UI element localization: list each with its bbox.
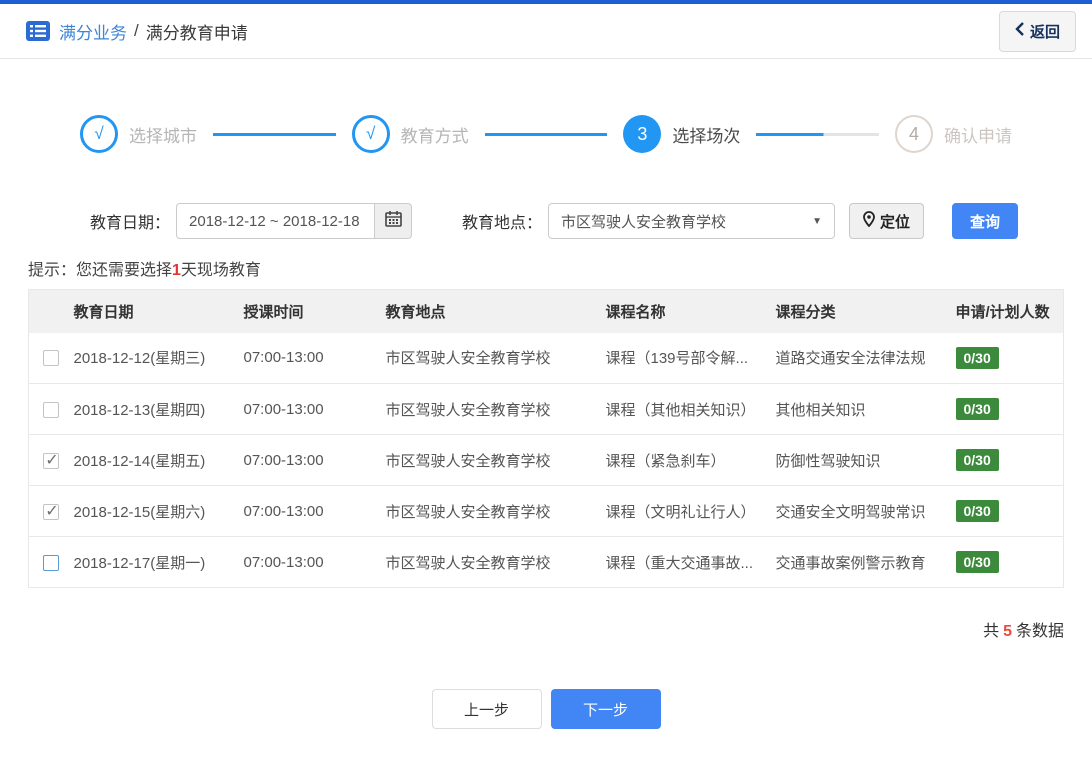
table-header-row: 教育日期 授课时间 教育地点 课程名称 课程分类 申请/计划人数 bbox=[28, 289, 1064, 333]
step-select-session: 3 选择场次 bbox=[623, 115, 740, 153]
filter-bar: 教育日期： 教育地点： 市区驾驶人安全教育学校 ▼ bbox=[90, 203, 1092, 239]
row-checkbox[interactable] bbox=[43, 501, 60, 521]
cell-category: 交通安全文明驾驶常识 bbox=[775, 485, 956, 537]
step-connector bbox=[484, 132, 608, 136]
cell-time: 07:00-13:00 bbox=[243, 536, 386, 588]
cell-course: 课程（139号部令解... bbox=[605, 332, 776, 384]
calendar-icon bbox=[384, 210, 402, 232]
date-range-group bbox=[176, 203, 413, 239]
quota-badge: 0/30 bbox=[955, 551, 999, 573]
step-3-label: 选择场次 bbox=[672, 126, 741, 146]
location-pin-icon bbox=[863, 211, 875, 231]
list-icon bbox=[26, 21, 50, 41]
quota-badge: 0/30 bbox=[955, 398, 999, 420]
locate-button-label: 定位 bbox=[880, 213, 911, 231]
cell-course: 课程（重大交通事故... bbox=[605, 536, 776, 588]
search-button[interactable]: 查询 bbox=[952, 203, 1019, 239]
wizard-footer: 上一步 下一步 bbox=[0, 689, 1092, 729]
cell-category: 其他相关知识 bbox=[775, 383, 956, 435]
cell-location: 市区驾驶人安全教育学校 bbox=[385, 434, 606, 486]
cell-date: 2018-12-14(星期五) bbox=[73, 434, 244, 486]
step-wizard: √ 选择城市 √ 教育方式 3 选择场次 4 确认申请 bbox=[80, 115, 1012, 153]
cell-location: 市区驾驶人安全教育学校 bbox=[385, 383, 606, 435]
step-education-mode: √ 教育方式 bbox=[351, 115, 469, 153]
col-header-quota: 申请/计划人数 bbox=[955, 289, 1064, 333]
date-range-input[interactable] bbox=[176, 203, 375, 239]
col-header-course: 课程名称 bbox=[605, 289, 776, 333]
calendar-button[interactable] bbox=[374, 203, 413, 239]
step-4-label: 确认申请 bbox=[944, 126, 1013, 146]
cell-date: 2018-12-12(星期三) bbox=[73, 332, 244, 384]
location-select-value: 市区驾驶人安全教育学校 bbox=[561, 213, 727, 231]
table-row: 2018-12-13(星期四) 07:00-13:00 市区驾驶人安全教育学校 … bbox=[28, 383, 1064, 435]
cell-category: 交通事故案例警示教育 bbox=[775, 536, 956, 588]
cell-category: 道路交通安全法律法规 bbox=[775, 332, 956, 384]
table-row: 2018-12-15(星期六) 07:00-13:00 市区驾驶人安全教育学校 … bbox=[28, 485, 1064, 537]
table-row: 2018-12-17(星期一) 07:00-13:00 市区驾驶人安全教育学校 … bbox=[28, 536, 1064, 588]
cell-course: 课程（其他相关知识） bbox=[605, 383, 776, 435]
step-4-circle: 4 bbox=[895, 115, 934, 153]
col-header-date: 教育日期 bbox=[73, 289, 244, 333]
hint-text: 提示：您还需要选择1天现场教育 bbox=[28, 256, 1064, 280]
sessions-table: 教育日期 授课时间 教育地点 课程名称 课程分类 申请/计划人数 2018-12… bbox=[28, 289, 1064, 588]
row-checkbox[interactable] bbox=[43, 401, 60, 418]
table-row: 2018-12-14(星期五) 07:00-13:00 市区驾驶人安全教育学校 … bbox=[28, 434, 1064, 486]
page-header: 满分业务 / 满分教育申请 返回 bbox=[0, 0, 1092, 59]
summary-prefix: 共 bbox=[983, 623, 1000, 640]
step-3-circle: 3 bbox=[623, 115, 662, 153]
col-header-category: 课程分类 bbox=[775, 289, 956, 333]
locate-button[interactable]: 定位 bbox=[849, 203, 925, 239]
col-header-time: 授课时间 bbox=[243, 289, 386, 333]
breadcrumb: 满分业务 / 满分教育申请 bbox=[26, 19, 248, 44]
row-checkbox[interactable] bbox=[43, 350, 60, 367]
cell-category: 防御性驾驶知识 bbox=[775, 434, 956, 486]
cell-date: 2018-12-17(星期一) bbox=[73, 536, 244, 588]
quota-badge: 0/30 bbox=[955, 346, 999, 369]
quota-badge: 0/30 bbox=[955, 500, 999, 522]
chevron-down-icon: ▼ bbox=[812, 215, 823, 227]
cell-time: 07:00-13:00 bbox=[243, 332, 386, 384]
summary-count: 5 bbox=[1003, 623, 1012, 640]
table-row: 2018-12-12(星期三) 07:00-13:00 市区驾驶人安全教育学校 … bbox=[28, 332, 1064, 384]
header-checkbox-cell bbox=[28, 289, 74, 333]
next-step-button[interactable]: 下一步 bbox=[550, 689, 661, 729]
location-label: 教育地点： bbox=[462, 215, 543, 232]
cell-location: 市区驾驶人安全教育学校 bbox=[385, 485, 606, 537]
step-2-circle: √ bbox=[351, 115, 390, 153]
hint-prefix: 提示：您还需要选择 bbox=[28, 262, 173, 279]
previous-step-button[interactable]: 上一步 bbox=[431, 689, 542, 729]
cell-time: 07:00-13:00 bbox=[243, 383, 386, 435]
location-select[interactable]: 市区驾驶人安全教育学校 ▼ bbox=[548, 203, 836, 239]
cell-course: 课程（文明礼让行人） bbox=[605, 485, 776, 537]
step-1-circle: √ bbox=[80, 115, 118, 153]
col-header-location: 教育地点 bbox=[385, 289, 606, 333]
date-range-label: 教育日期： bbox=[90, 215, 171, 232]
breadcrumb-current: 满分教育申请 bbox=[145, 23, 248, 43]
cell-location: 市区驾驶人安全教育学校 bbox=[385, 332, 606, 384]
back-button[interactable]: 返回 bbox=[998, 10, 1076, 52]
cell-location: 市区驾驶人安全教育学校 bbox=[385, 536, 606, 588]
step-select-city: √ 选择城市 bbox=[80, 115, 197, 153]
breadcrumb-separator: / bbox=[134, 21, 139, 40]
row-checkbox[interactable] bbox=[43, 554, 60, 571]
breadcrumb-root[interactable]: 满分业务 bbox=[59, 19, 127, 44]
quota-badge: 0/30 bbox=[955, 449, 999, 471]
cell-time: 07:00-13:00 bbox=[243, 485, 386, 537]
cell-time: 07:00-13:00 bbox=[243, 434, 386, 486]
hint-suffix: 天现场教育 bbox=[180, 262, 261, 279]
record-count-summary: 共 5 条数据 bbox=[0, 617, 1064, 641]
step-connector bbox=[756, 132, 880, 136]
step-connector bbox=[213, 132, 336, 136]
cell-date: 2018-12-15(星期六) bbox=[73, 485, 244, 537]
row-checkbox[interactable] bbox=[43, 450, 60, 470]
cell-date: 2018-12-13(星期四) bbox=[73, 383, 244, 435]
step-confirm-application: 4 确认申请 bbox=[895, 115, 1012, 153]
hint-count: 1 bbox=[172, 262, 181, 279]
step-1-label: 选择城市 bbox=[129, 126, 197, 146]
cell-course: 课程（紧急刹车） bbox=[605, 434, 776, 486]
step-2-label: 教育方式 bbox=[400, 126, 469, 146]
summary-suffix: 条数据 bbox=[1015, 623, 1064, 640]
back-button-label: 返回 bbox=[1029, 23, 1060, 41]
chevron-left-icon bbox=[1015, 22, 1024, 40]
